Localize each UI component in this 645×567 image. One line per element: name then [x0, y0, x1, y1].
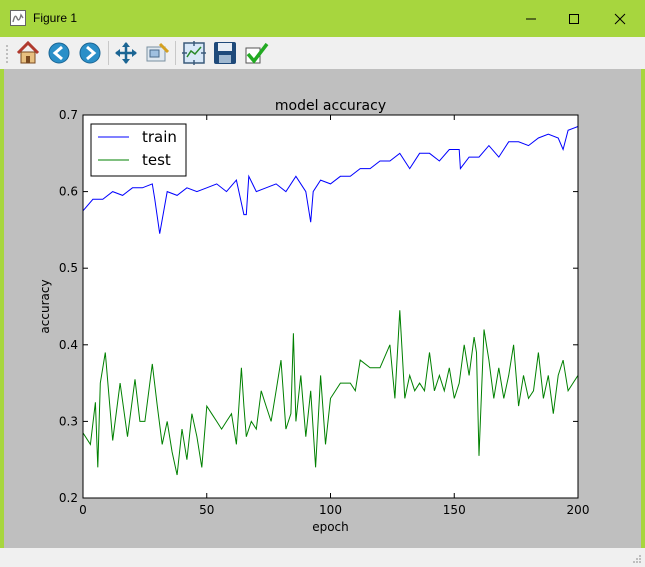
save-button[interactable]: [212, 40, 238, 66]
y-tick-label: 0.4: [59, 338, 78, 352]
x-axis-label: epoch: [312, 520, 349, 534]
app-icon: [10, 10, 26, 26]
y-tick-label: 0.6: [59, 185, 78, 199]
legend: train test: [90, 123, 187, 177]
toolbar-grip-icon: [6, 45, 8, 63]
chart-title: model accuracy: [275, 98, 386, 114]
toolbar-separator: [175, 41, 176, 65]
forward-icon: [79, 42, 101, 64]
x-tick-label: 150: [443, 503, 466, 517]
close-button[interactable]: [599, 0, 645, 37]
toolbar-separator: [108, 41, 109, 65]
back-icon: [48, 42, 70, 64]
navigation-toolbar: [0, 37, 645, 69]
home-icon: [16, 40, 40, 64]
zoom-button[interactable]: [144, 40, 170, 66]
pan-button[interactable]: [113, 40, 139, 66]
subplots-button[interactable]: [181, 40, 207, 66]
edit-icon: [245, 42, 269, 64]
save-icon: [214, 42, 236, 64]
y-tick-label: 0.7: [59, 108, 78, 122]
y-tick-label: 0.3: [59, 414, 78, 428]
home-button[interactable]: [15, 40, 41, 66]
back-button[interactable]: [46, 40, 72, 66]
y-tick-label: 0.5: [59, 261, 78, 275]
x-tick-label: 50: [199, 503, 214, 517]
close-icon: [614, 13, 626, 25]
minimize-button[interactable]: [507, 0, 553, 37]
resize-grip-icon[interactable]: [632, 554, 642, 564]
legend-train-label: train: [142, 128, 177, 146]
pan-icon: [115, 42, 137, 64]
maximize-button[interactable]: [553, 0, 599, 37]
y-tick-label: 0.2: [59, 491, 78, 505]
x-tick-label: 0: [79, 503, 87, 517]
status-bar: [0, 548, 645, 567]
figure-canvas[interactable]: 0 50 100 150 200 0.2 0.3 0.4 0.5 0.6 0.7 model ac…: [4, 69, 641, 548]
zoom-icon: [146, 42, 170, 62]
x-tick-label: 200: [567, 503, 590, 517]
minimize-icon: [526, 18, 536, 20]
window-title: Figure 1: [33, 11, 78, 25]
legend-test-label: test: [142, 151, 171, 169]
title-bar[interactable]: Figure 1: [0, 0, 645, 37]
maximize-icon: [569, 14, 579, 24]
forward-button[interactable]: [77, 40, 103, 66]
x-tick-label: 100: [319, 503, 342, 517]
edit-button[interactable]: [243, 40, 269, 66]
accuracy-plot[interactable]: 0 50 100 150 200 0.2 0.3 0.4 0.5 0.6 0.7 model ac…: [4, 69, 641, 548]
y-axis-label: accuracy: [38, 279, 52, 333]
subplots-icon: [182, 41, 206, 65]
figure-window: Figure 1 0 50 100 150 200 0.2 0.3 0.4 0.…: [0, 0, 645, 567]
